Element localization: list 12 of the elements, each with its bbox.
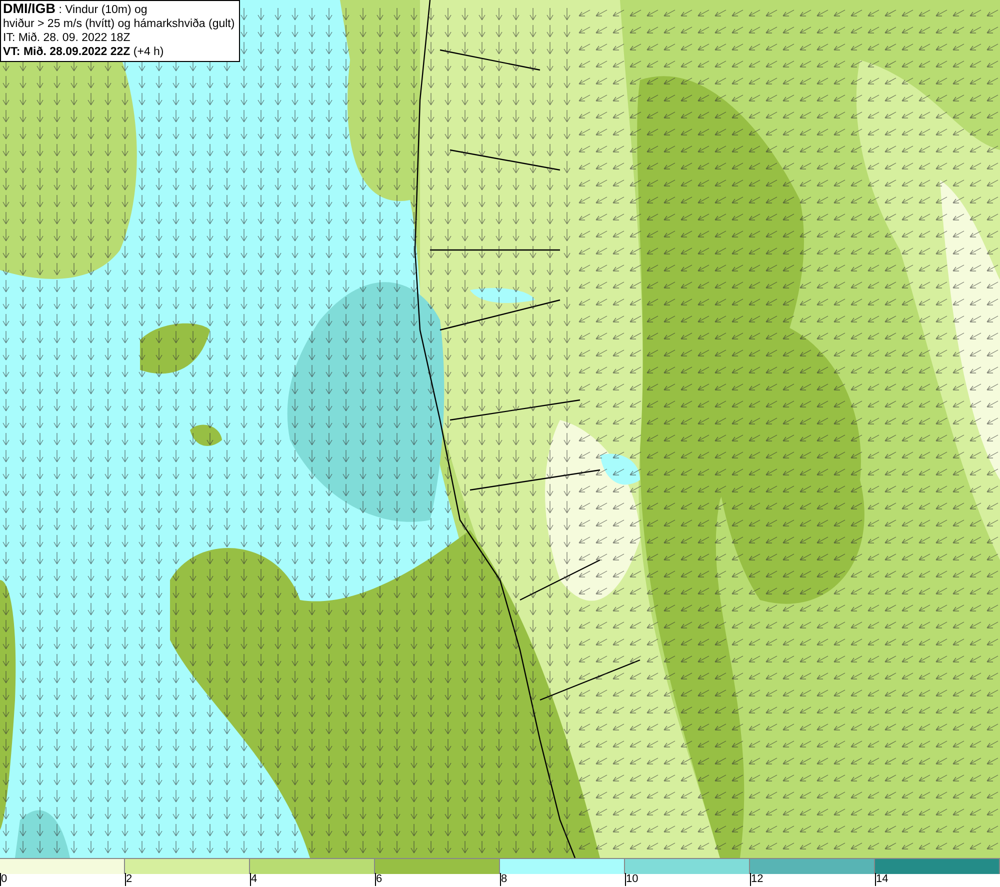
legend-label: 12 [750, 873, 764, 886]
legend-label: 6 [375, 873, 382, 886]
info-line: VT: Mið. 28.09.2022 22Z (+4 h) [3, 45, 165, 59]
legend-label: 2 [125, 873, 132, 886]
info-line: IT: Mið. 28. 09. 2022 18Z [3, 31, 132, 45]
legend-label: 4 [250, 873, 258, 886]
legend-label: 8 [500, 873, 508, 886]
info-line: DMI/IGB : Vindur (10m) og [3, 2, 148, 17]
legend-label: 10 [625, 873, 638, 886]
legend-label: 14 [875, 873, 888, 886]
info-line: hviður > 25 m/s (hvítt) og hámarkshviða (gult) [3, 17, 235, 31]
legend-label: 0 [0, 873, 8, 886]
